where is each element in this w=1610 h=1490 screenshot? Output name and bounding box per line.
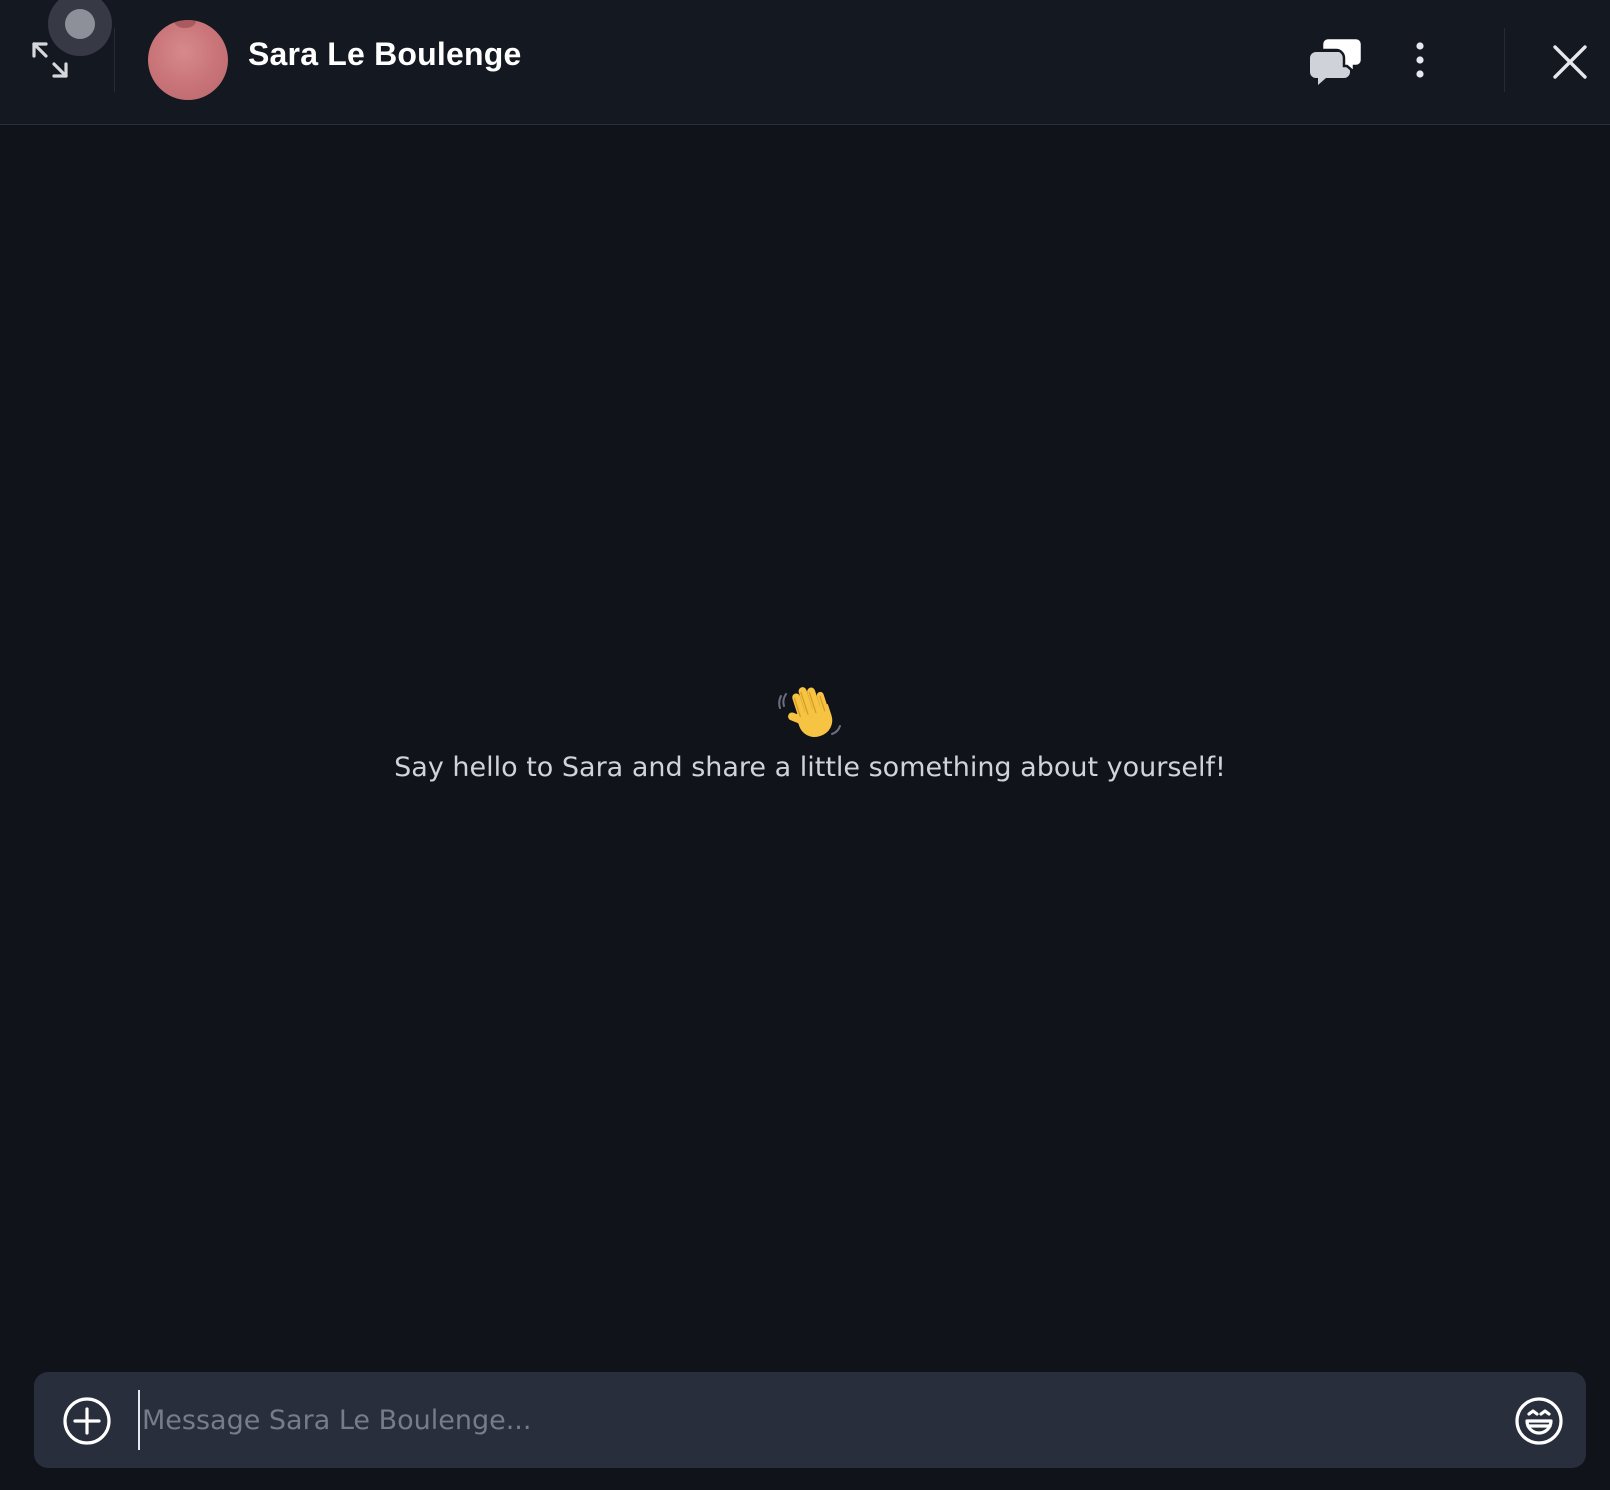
waving-hand-icon — [778, 680, 842, 744]
message-composer — [34, 1372, 1586, 1468]
threads-button[interactable] — [1308, 34, 1364, 88]
contact-name[interactable]: Sara Le Boulenge — [248, 36, 522, 73]
attach-button[interactable] — [62, 1396, 112, 1446]
touch-indicator — [48, 0, 112, 56]
message-input[interactable] — [138, 1390, 1498, 1450]
empty-state-message: Say hello to Sara and share a little som… — [394, 752, 1226, 783]
emoji-button[interactable] — [1514, 1396, 1564, 1446]
header-divider — [114, 28, 115, 92]
emoji-icon — [1515, 1397, 1563, 1445]
touch-indicator-dot — [65, 9, 95, 39]
avatar[interactable] — [148, 20, 228, 100]
plus-circle-icon — [63, 1397, 111, 1445]
chat-header: Sara Le Boulenge — [0, 0, 1610, 125]
close-button[interactable] — [1548, 40, 1592, 84]
header-divider-right — [1504, 28, 1505, 92]
empty-state: Say hello to Sara and share a little som… — [0, 680, 1610, 783]
more-options-button[interactable] — [1400, 36, 1440, 84]
more-vertical-icon — [1416, 42, 1424, 78]
close-icon — [1553, 45, 1587, 79]
chat-window: Sara Le Boulenge Say hello to Sara and s… — [0, 0, 1610, 1490]
threads-icon — [1310, 36, 1364, 85]
